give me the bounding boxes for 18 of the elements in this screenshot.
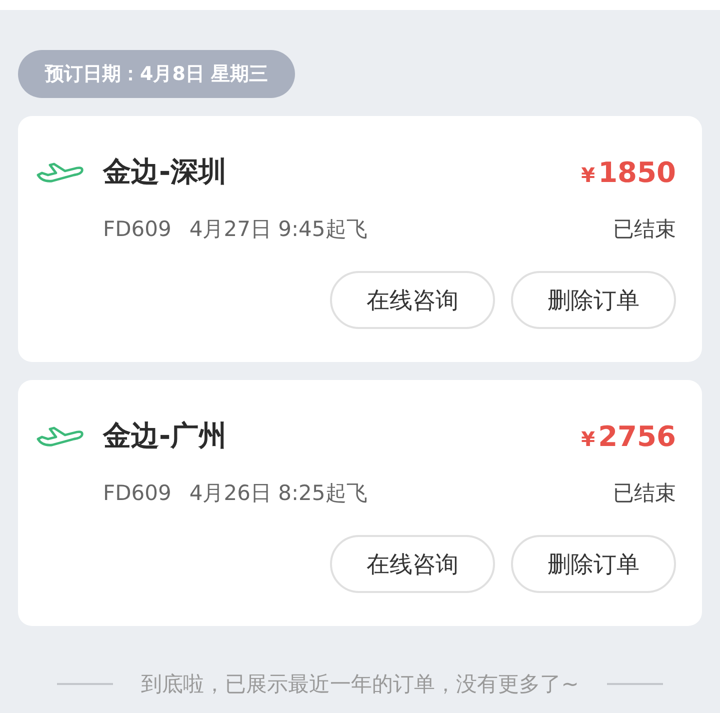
order-status: 已结束: [613, 216, 676, 243]
price: ¥1850: [581, 156, 676, 188]
route-title: 金边-广州: [103, 418, 228, 454]
booking-date-badge: 预订日期：4月8日 星期三: [18, 50, 296, 98]
airplane-icon: [36, 425, 84, 447]
flight-number: FD609: [103, 217, 172, 241]
consult-button[interactable]: 在线咨询: [330, 535, 495, 593]
delete-order-button[interactable]: 删除订单: [511, 271, 676, 329]
end-of-list-text: 到底啦，已展示最近一年的订单，没有更多了~: [141, 673, 579, 695]
delete-order-button[interactable]: 删除订单: [511, 535, 676, 593]
price: ¥2756: [581, 420, 676, 452]
airplane-icon: [36, 161, 84, 183]
departure-time: 4月26日 8:25起飞: [189, 480, 368, 507]
route-title: 金边-深圳: [103, 154, 228, 190]
order-status: 已结束: [613, 480, 676, 507]
departure-time: 4月27日 9:45起飞: [189, 216, 368, 243]
flight-number: FD609: [103, 481, 172, 505]
consult-button[interactable]: 在线咨询: [330, 271, 495, 329]
